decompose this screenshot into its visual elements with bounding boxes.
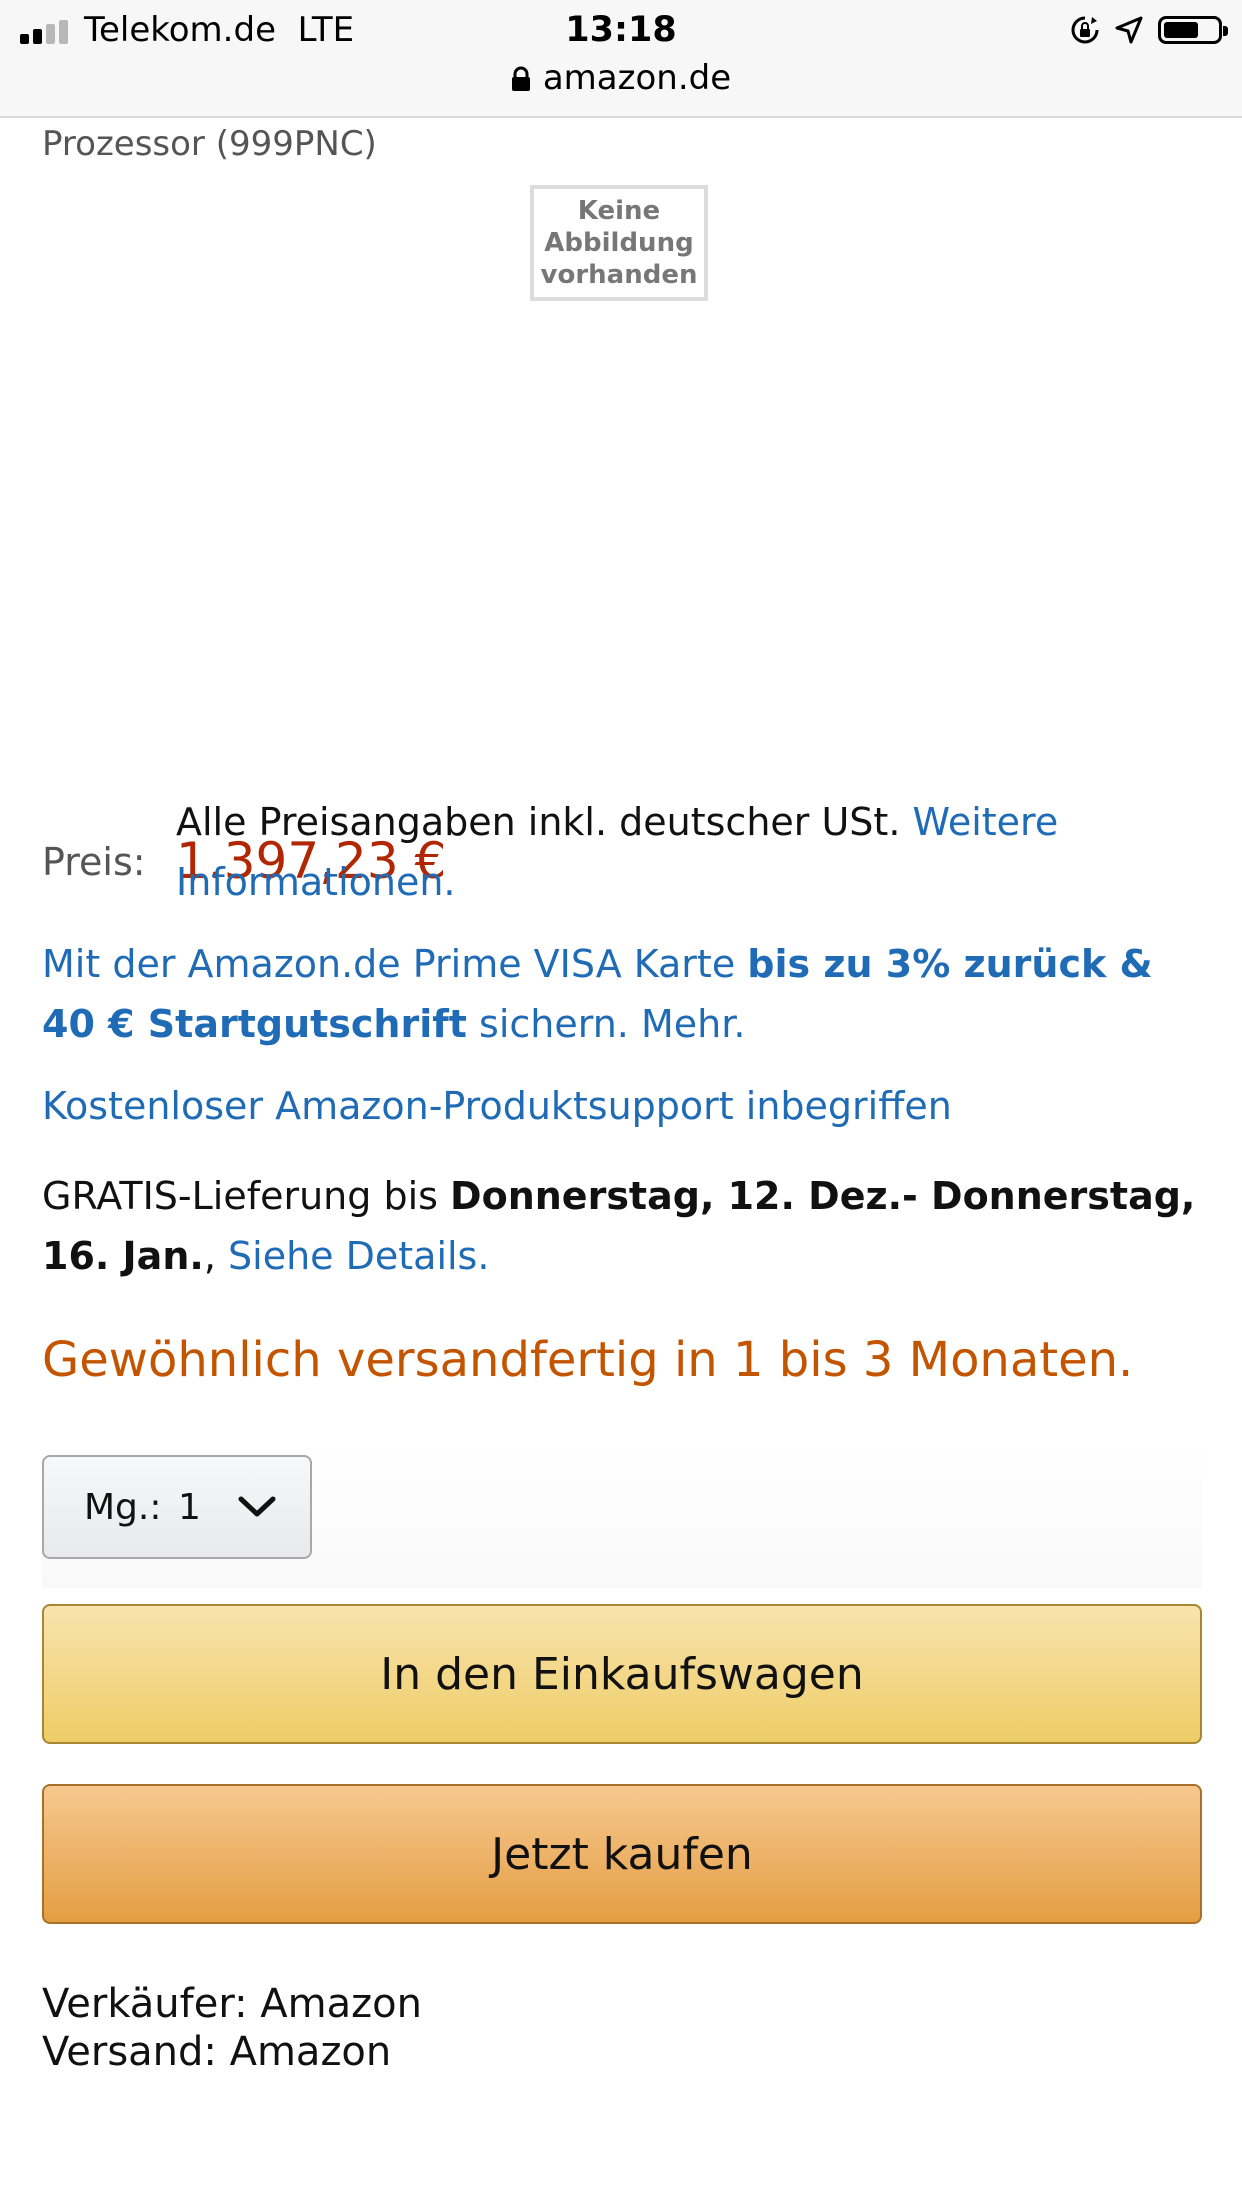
quantity-value: 1 <box>178 1487 201 1528</box>
visa-more-link[interactable]: Mehr. <box>641 1002 745 1046</box>
visa-text-start: Mit der Amazon.de Prime VISA Karte <box>42 942 736 986</box>
add-to-cart-label: In den Einkaufswagen <box>380 1648 864 1700</box>
support-link[interactable]: Kostenloser Amazon-Produktsupport inbegr… <box>42 1084 952 1128</box>
browser-top-bar: Telekom.de LTE 13:18 amazon.de <box>0 0 1242 118</box>
availability-text: Gewöhnlich versandfertig in 1 bis 3 Mona… <box>42 1332 1134 1388</box>
quantity-area: Mg.: 1 <box>42 1438 1202 1588</box>
vat-text: Alle Preisangaben inkl. deutscher USt. <box>176 800 901 844</box>
rotation-lock-icon <box>1071 16 1099 44</box>
vat-notice: Alle Preisangaben inkl. deutscher USt. W… <box>176 792 1216 912</box>
chevron-down-icon <box>238 1496 276 1517</box>
add-to-cart-button[interactable]: In den Einkaufswagen <box>42 1604 1202 1744</box>
no-image-line: Keine <box>577 196 661 226</box>
product-title-fragment: Prozessor (999PNC) <box>42 124 377 164</box>
seller-info: Verkäufer: Amazon Versand: Amazon <box>42 1980 422 2076</box>
delivery-details-link[interactable]: Siehe Details. <box>228 1234 489 1278</box>
url-text: amazon.de <box>542 58 732 98</box>
delivery-separator: , <box>203 1234 216 1278</box>
battery-icon <box>1158 16 1228 44</box>
visa-promo-link[interactable]: Mit der Amazon.de Prime VISA Karte bis z… <box>42 934 1202 1054</box>
location-icon <box>1115 16 1143 44</box>
delivery-info: GRATIS-Lieferung bis Donnerstag, 12. Dez… <box>42 1166 1202 1286</box>
no-image-placeholder[interactable]: Keine Abbildung vorhanden <box>530 185 708 301</box>
no-image-line: vorhanden <box>540 260 698 290</box>
shipping-by: Versand: Amazon <box>42 2029 392 2075</box>
status-time: 13:18 <box>565 10 677 50</box>
no-image-line: Abbildung <box>544 228 694 258</box>
seller-name: Verkäufer: Amazon <box>42 1981 422 2027</box>
buy-now-button[interactable]: Jetzt kaufen <box>42 1784 1202 1924</box>
quantity-dropdown[interactable]: Mg.: 1 <box>42 1455 312 1559</box>
url-bar[interactable]: amazon.de <box>0 58 1242 98</box>
buy-now-label: Jetzt kaufen <box>491 1828 753 1880</box>
visa-text-end: sichern. <box>479 1002 629 1046</box>
price-label: Preis: <box>42 840 146 884</box>
quantity-label: Mg.: <box>84 1487 162 1528</box>
delivery-prefix: GRATIS-Lieferung bis <box>42 1174 438 1218</box>
system-icons <box>1070 10 1228 50</box>
lock-icon <box>511 66 530 91</box>
